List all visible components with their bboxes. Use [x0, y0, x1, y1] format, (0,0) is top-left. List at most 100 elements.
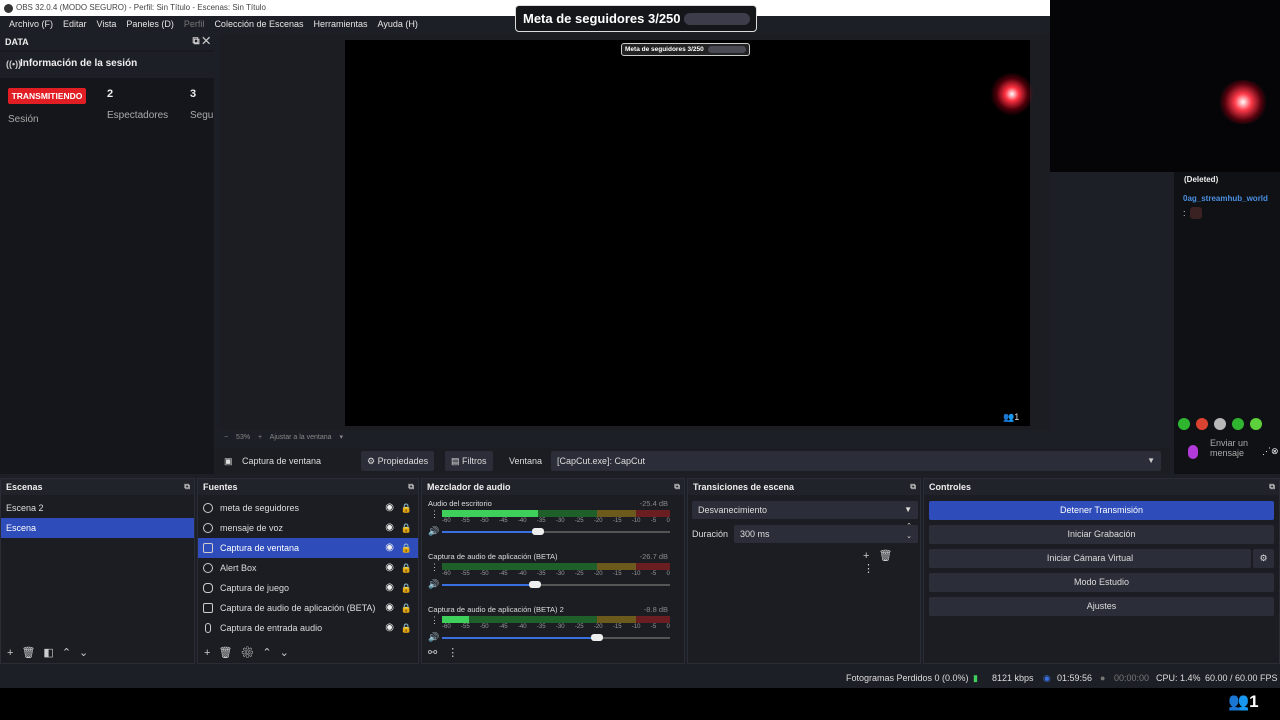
window-select[interactable]: [CapCut.exe]: CapCut ▼ — [551, 451, 1161, 471]
gear-icon[interactable]: ⚙ — [240, 647, 262, 659]
studio-mode-button[interactable]: Modo Estudio — [929, 573, 1274, 592]
chat-input[interactable]: Enviar un mensaje ⋰⊗ — [1178, 438, 1280, 468]
preview-canvas[interactable] — [345, 40, 1030, 426]
more-icon[interactable]: ⋮ — [430, 509, 439, 520]
eye-icon[interactable]: ◉ — [385, 518, 394, 538]
transition-select[interactable]: Desvanecimiento ▼ — [692, 501, 918, 519]
emote-icon[interactable] — [1214, 418, 1226, 430]
eye-icon[interactable]: ◉ — [385, 618, 394, 638]
spin-arrows-icon[interactable]: ⌃ ⌄ — [906, 522, 912, 542]
source-item[interactable]: Captura de entrada audio ◉ 🔒 — [198, 618, 418, 638]
lock-icon[interactable]: 🔒 — [401, 498, 412, 518]
float-icon[interactable]: ⧉ — [408, 479, 414, 495]
meter-tick-label: -60 — [442, 624, 451, 630]
scene-list: Escena 2 Escena — [1, 498, 194, 538]
menu-herramientas[interactable]: Herramientas — [309, 16, 373, 32]
speaker-icon[interactable]: 🔊 — [428, 579, 439, 590]
emote-icon[interactable] — [1250, 418, 1262, 430]
filters-button[interactable]: ▤ Filtros — [445, 451, 493, 471]
lock-icon[interactable]: 🔒 — [401, 598, 412, 618]
emote-icon[interactable] — [1178, 418, 1190, 430]
virtual-camera-settings-button[interactable]: ⚙ — [1253, 549, 1274, 568]
float-icon[interactable]: ⧉ — [910, 479, 916, 495]
menu-paneles[interactable]: Paneles (D) — [121, 16, 179, 32]
add-icon[interactable]: + — [863, 550, 878, 562]
lock-icon[interactable]: 🔒 — [401, 518, 412, 538]
virtual-camera-button[interactable]: Iniciar Cámara Virtual — [929, 549, 1251, 568]
source-item[interactable]: Captura de ventana ◉ 🔒 — [198, 538, 418, 558]
lock-icon[interactable]: 🔒 — [401, 558, 412, 578]
source-item[interactable]: Captura de audio de aplicación (BETA) ◉ 🔒 — [198, 598, 418, 618]
add-icon[interactable]: + — [204, 647, 218, 659]
menu-perfil[interactable]: Perfil — [179, 16, 210, 32]
volume-slider[interactable] — [442, 528, 670, 535]
source-item[interactable]: Captura de juego ◉ 🔒 — [198, 578, 418, 598]
float-icon[interactable]: ⧉ — [674, 479, 680, 495]
more-icon[interactable]: ⋮ — [430, 562, 439, 573]
float-icon[interactable]: ⧉ — [184, 479, 190, 495]
trash-icon[interactable]: 🗑 — [218, 647, 240, 659]
eye-icon[interactable]: ◉ — [385, 558, 394, 578]
volume-slider-fill — [442, 637, 598, 639]
eye-icon[interactable]: ◉ — [385, 498, 394, 518]
duration-value: 300 ms — [740, 529, 770, 539]
menu-editar[interactable]: Editar — [58, 16, 92, 32]
trash-icon[interactable]: 🗑 — [878, 550, 901, 562]
chevron-down-icon[interactable]: ⌄ — [280, 647, 297, 659]
trash-icon[interactable]: 🗑 — [21, 647, 43, 659]
volume-slider-handle[interactable] — [591, 634, 604, 641]
zoom-out-icon[interactable]: − — [224, 434, 228, 441]
emote-icon[interactable] — [1232, 418, 1244, 430]
chat-username[interactable]: 0ag_streamhub_world — [1183, 194, 1268, 203]
settings-button[interactable]: Ajustes — [929, 597, 1274, 616]
emote-icon[interactable] — [1196, 418, 1208, 430]
zoom-in-icon[interactable]: + — [258, 434, 262, 441]
float-icon[interactable]: ⧉ — [192, 36, 199, 47]
meter-tick-label: 0 — [666, 518, 670, 524]
close-icon[interactable]: ✕ — [202, 36, 210, 47]
scene-item[interactable]: Escena 2 — [1, 498, 194, 518]
volume-slider-handle[interactable] — [529, 581, 542, 588]
scene-item[interactable]: Escena — [1, 518, 194, 538]
source-item[interactable]: Alert Box ◉ 🔒 — [198, 558, 418, 578]
float-icon[interactable]: ⧉ — [1269, 479, 1275, 495]
window-capture-icon — [203, 543, 213, 553]
duration-spinbox[interactable]: 300 ms ⌃ ⌄ — [734, 522, 918, 543]
start-recording-button[interactable]: Iniciar Grabación — [929, 525, 1274, 544]
menu-archivo[interactable]: Archivo (F) — [4, 16, 58, 32]
more-icon[interactable]: ⋮ — [863, 563, 883, 575]
link-icon[interactable]: ⚯ — [428, 647, 447, 659]
lock-icon[interactable]: 🔒 — [401, 618, 412, 638]
eye-icon[interactable]: ◉ — [385, 538, 394, 558]
eye-icon[interactable]: ◉ — [385, 578, 394, 598]
menu-ayuda[interactable]: Ayuda (H) — [373, 16, 423, 32]
properties-button[interactable]: ⚙ Propiedades — [361, 451, 435, 471]
meter-tick-label: -50 — [479, 518, 489, 524]
zoom-dropdown-icon[interactable]: ▾ — [340, 434, 344, 441]
chevron-up-icon[interactable]: ⌃ — [262, 647, 279, 659]
source-item[interactable]: meta de seguidores ◉ 🔒 — [198, 498, 418, 518]
volume-slider[interactable] — [442, 581, 670, 588]
menu-vista[interactable]: Vista — [92, 16, 122, 32]
more-icon[interactable]: ⋮ — [430, 615, 439, 626]
microphone-icon[interactable] — [1188, 445, 1198, 459]
eye-icon[interactable]: ◉ — [385, 598, 394, 618]
stop-stream-button[interactable]: Detener Transmisión — [929, 501, 1274, 520]
volume-slider[interactable] — [442, 634, 670, 641]
filter-icon[interactable]: ◧ — [43, 647, 61, 659]
chevron-up-icon[interactable]: ⌃ — [62, 647, 79, 659]
zoom-fit[interactable]: Ajustar a la ventana — [270, 434, 332, 441]
lock-icon[interactable]: 🔒 — [401, 538, 412, 558]
share-icon[interactable]: ⋰⊗ — [1262, 446, 1279, 457]
source-item[interactable]: mensaje de voz ◉ 🔒 — [198, 518, 418, 538]
lock-icon[interactable]: 🔒 — [401, 578, 412, 598]
volume-slider-handle[interactable] — [531, 528, 544, 535]
speaker-icon[interactable]: 🔊 — [428, 632, 439, 643]
speaker-icon[interactable]: 🔊 — [428, 526, 439, 537]
zoom-row: − 53% + Ajustar a la ventana ▾ — [220, 432, 1050, 444]
chevron-down-icon[interactable]: ⌄ — [79, 647, 96, 659]
add-icon[interactable]: + — [7, 647, 21, 659]
more-icon[interactable]: ⋮ — [447, 647, 468, 659]
meter-tick-label: -35 — [536, 518, 546, 524]
menu-coleccion-escenas[interactable]: Colección de Escenas — [209, 16, 308, 32]
